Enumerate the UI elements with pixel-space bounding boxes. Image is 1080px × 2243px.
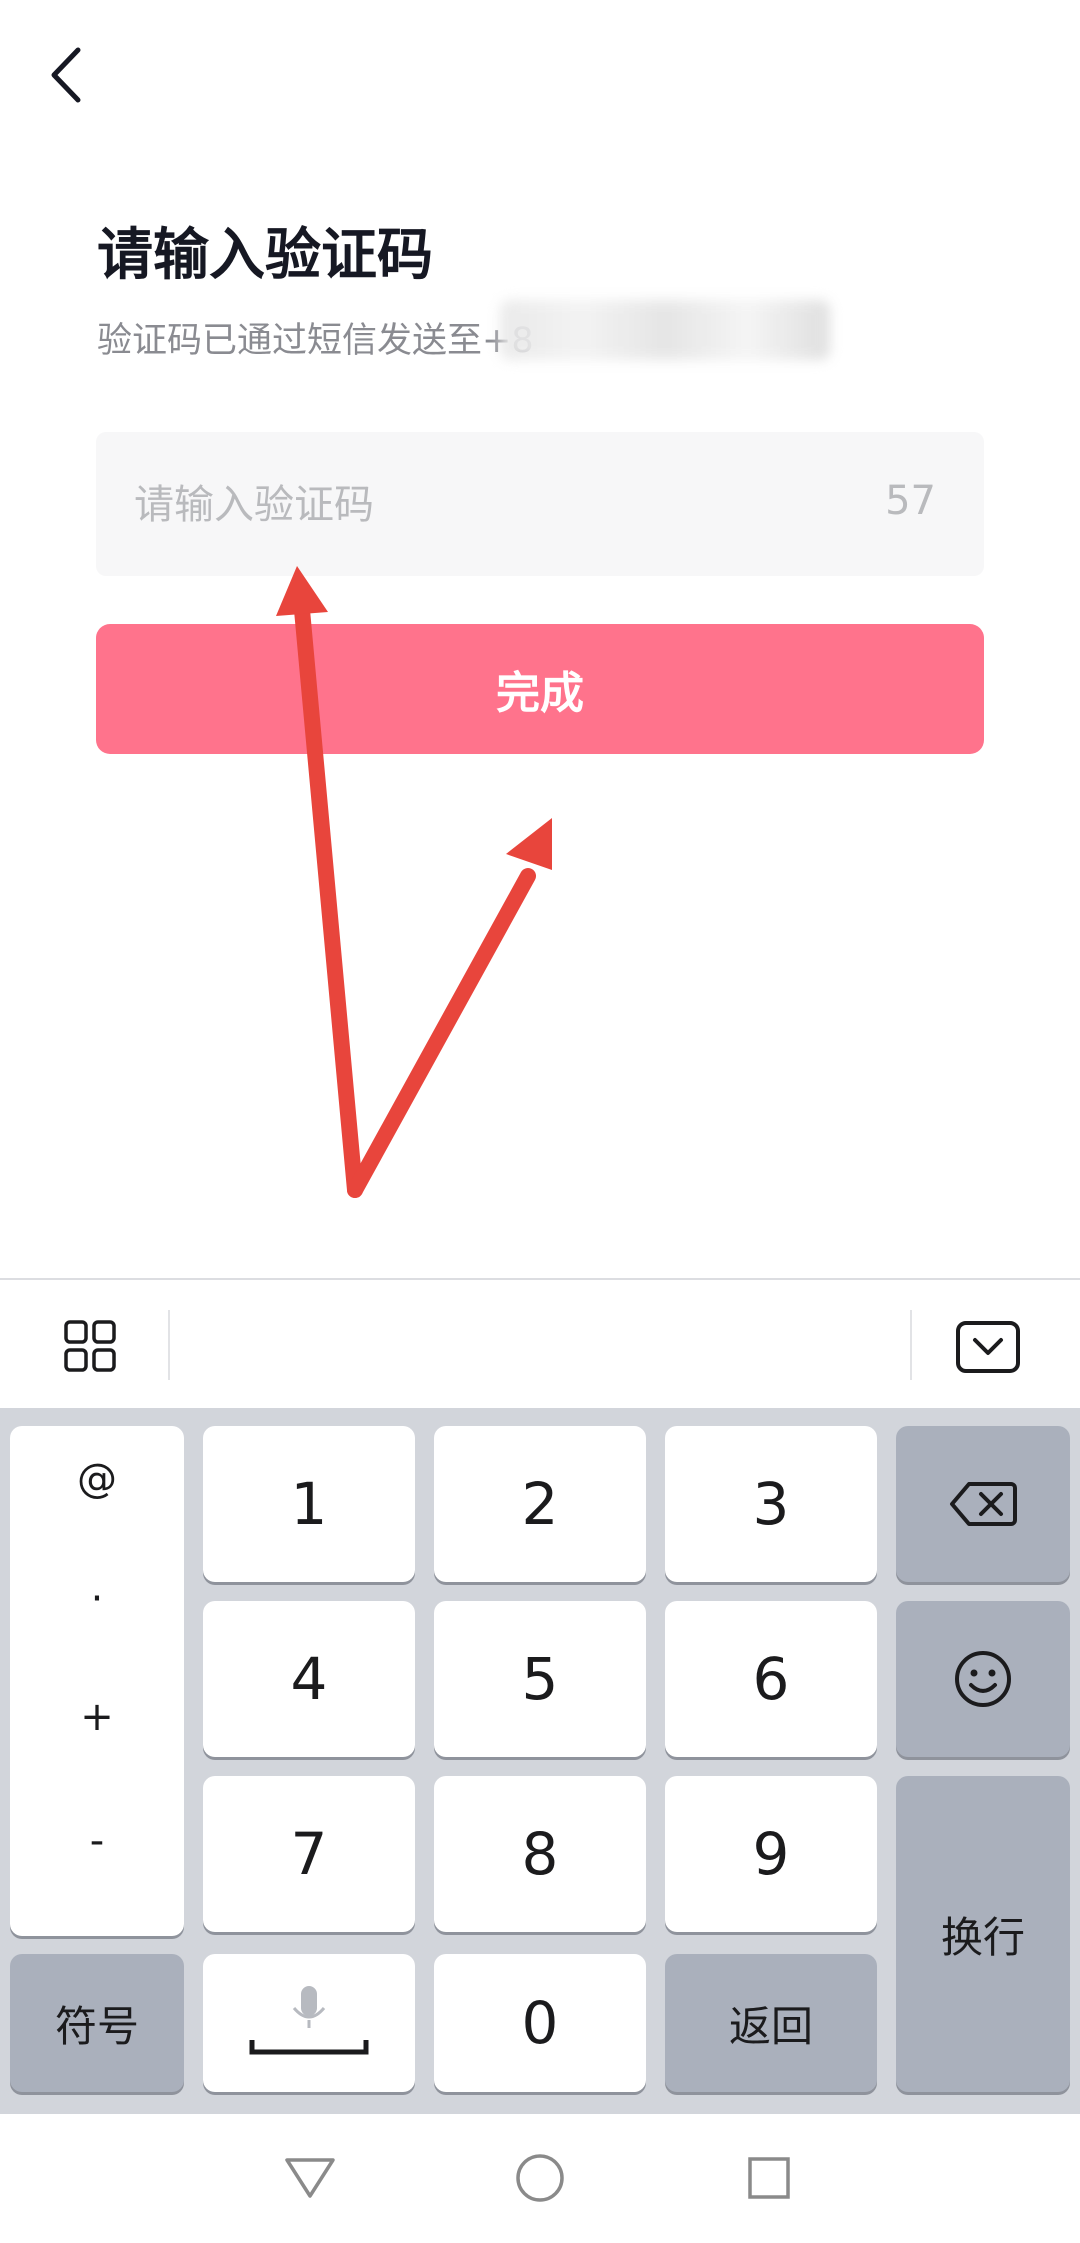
backspace-key[interactable] xyxy=(896,1426,1070,1582)
annotation-arrow-to-button xyxy=(347,868,536,1198)
key-at[interactable]: @ xyxy=(10,1456,184,1502)
key-0[interactable]: 0 xyxy=(434,1954,646,2092)
key-7[interactable]: 7 xyxy=(203,1776,415,1932)
numeric-keyboard: @ · + - 1 2 3 4 5 6 7 8 9 换行 符号 0 返回 xyxy=(0,1408,1080,2114)
hide-keyboard-icon[interactable] xyxy=(955,1320,1021,1374)
voice-space-key[interactable] xyxy=(203,1954,415,2092)
recents-square-icon[interactable] xyxy=(748,2157,790,2199)
symbols-key[interactable]: 符号 xyxy=(10,1954,184,2092)
key-8[interactable]: 8 xyxy=(434,1776,646,1932)
page-title: 请输入验证码 xyxy=(97,223,433,288)
keyboard-toolbar xyxy=(0,1278,1080,1410)
key-9[interactable]: 9 xyxy=(665,1776,877,1932)
toolbar-divider xyxy=(910,1310,912,1380)
microphone-space-icon xyxy=(249,1986,369,2055)
done-button[interactable]: 完成 xyxy=(96,624,984,754)
key-5[interactable]: 5 xyxy=(434,1601,646,1757)
system-nav-bar xyxy=(0,2114,1080,2239)
back-triangle-icon[interactable] xyxy=(285,2158,335,2198)
key-4[interactable]: 4 xyxy=(203,1601,415,1757)
key-dot[interactable]: · xyxy=(10,1576,184,1622)
key-plus[interactable]: + xyxy=(10,1694,184,1740)
symbol-column: @ · + - xyxy=(10,1426,184,1936)
return-key[interactable]: 返回 xyxy=(665,1954,877,2092)
verification-code-field[interactable]: 57 xyxy=(96,432,984,578)
key-1[interactable]: 1 xyxy=(203,1426,415,1582)
annotation-arrowhead-button xyxy=(506,818,552,870)
blurred-phone-number xyxy=(500,300,830,360)
key-3[interactable]: 3 xyxy=(665,1426,877,1582)
verification-code-input[interactable] xyxy=(132,432,836,578)
backspace-icon xyxy=(950,1482,1017,1526)
back-button[interactable] xyxy=(40,40,100,110)
resend-countdown: 57 xyxy=(885,478,936,524)
smiley-icon xyxy=(955,1651,1011,1707)
key-2[interactable]: 2 xyxy=(434,1426,646,1582)
newline-key[interactable]: 换行 xyxy=(896,1776,1070,2092)
key-minus[interactable]: - xyxy=(10,1818,184,1864)
home-circle-icon[interactable] xyxy=(516,2154,564,2202)
chevron-left-icon xyxy=(51,47,81,103)
key-6[interactable]: 6 xyxy=(665,1601,877,1757)
grid-icon[interactable] xyxy=(60,1316,120,1376)
toolbar-divider xyxy=(168,1310,170,1380)
sms-sent-notice: 验证码已通过短信发送至+8 xyxy=(97,321,534,361)
emoji-key[interactable] xyxy=(896,1601,1070,1757)
